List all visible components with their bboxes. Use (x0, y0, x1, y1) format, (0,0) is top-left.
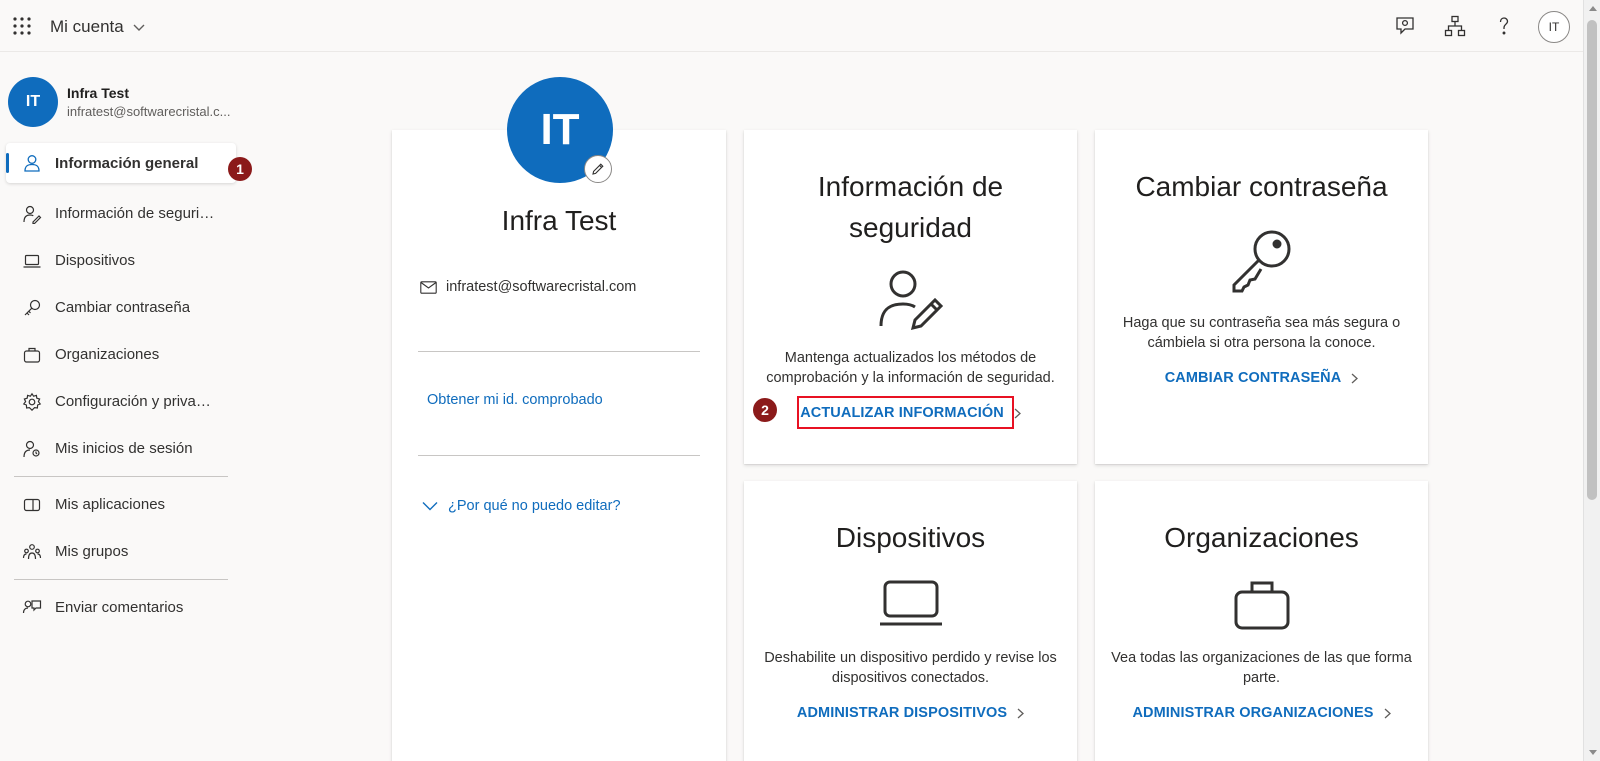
update-info-link[interactable]: ACTUALIZAR INFORMACIÓN (800, 405, 1021, 421)
card-divider (418, 455, 700, 456)
sidebar-item-my-apps[interactable]: Mis aplicaciones (6, 481, 236, 528)
scroll-thumb[interactable] (1587, 20, 1597, 500)
key-icon (1232, 230, 1290, 293)
app-title-menu[interactable]: Mi cuenta (50, 17, 146, 37)
sidebar-item-security-info[interactable]: Información de segurid... (6, 190, 236, 237)
security-info-tile: Información de seguridad Mantenga actual… (744, 130, 1077, 464)
scroll-up-arrow[interactable] (1589, 6, 1597, 11)
sidebar-user: IT Infra Test infratest@softwarecristal.… (8, 77, 232, 127)
gear-icon (22, 392, 42, 411)
profile-name: Infra Test (501, 205, 617, 236)
org-chart-icon[interactable] (1443, 14, 1467, 38)
groups-icon (22, 543, 42, 559)
sidebar-item-label: Mis grupos (55, 543, 129, 560)
person-edit-icon (879, 270, 943, 331)
chevron-down-icon (133, 24, 145, 31)
apps-icon (23, 498, 41, 511)
step-badge-1: 1 (228, 157, 252, 181)
user-email: infratest@softwarecristal.c... (67, 104, 231, 119)
sidebar-item-label: Mis inicios de sesión (55, 440, 193, 457)
top-bar: Mi cuenta IT (0, 0, 1583, 52)
manage-devices-link[interactable]: ADMINISTRAR DISPOSITIVOS (796, 705, 1025, 721)
card-divider (418, 351, 700, 352)
tile-description: Vea todas las organizaciones de las que … (1111, 650, 1412, 686)
profile-email: infratest@softwarecristal.com (446, 279, 637, 295)
account-avatar[interactable]: IT (1538, 11, 1570, 43)
why-cant-edit-label: ¿Por qué no puedo editar? (448, 498, 621, 514)
feedback-icon (22, 599, 42, 613)
profile-initials: IT (540, 105, 580, 154)
chevron-right-icon (1384, 708, 1391, 718)
chevron-right-icon (1014, 408, 1021, 418)
sidebar-item-my-groups[interactable]: Mis grupos (6, 528, 236, 575)
devices-tile: Dispositivos Deshabilite un dispositivo … (744, 481, 1077, 761)
tile-description: Haga que su contraseña sea más segura o … (1122, 315, 1401, 351)
mail-icon (420, 280, 437, 294)
get-verified-id-link[interactable]: Obtener mi id. comprobado (427, 392, 603, 408)
change-password-tile: Cambiar contraseña Haga que su contraseñ… (1095, 130, 1428, 464)
user-avatar: IT (8, 77, 58, 127)
change-password-label: CAMBIAR CONTRASEÑA (1164, 370, 1342, 386)
change-password-link[interactable]: CAMBIAR CONTRASEÑA (1165, 370, 1359, 386)
sidebar-item-settings-privacy[interactable]: Configuración y privaci... (6, 378, 236, 425)
tile-description: Mantenga actualizados los métodos de com… (766, 350, 1055, 386)
feedback-person-icon[interactable] (1393, 14, 1417, 38)
signin-icon (23, 440, 40, 457)
sidebar-divider (14, 476, 228, 477)
avatar-initials: IT (1548, 20, 1560, 34)
tile-title: Información de seguridad (817, 171, 1004, 243)
help-icon[interactable] (1492, 14, 1516, 38)
app-launcher-icon[interactable] (12, 16, 32, 36)
tile-title: Organizaciones (1164, 522, 1359, 553)
person-icon (24, 155, 40, 172)
briefcase-icon (1234, 581, 1289, 630)
tile-title: Cambiar contraseña (1135, 171, 1388, 202)
why-cant-edit-toggle[interactable]: ¿Por qué no puedo editar? (422, 498, 621, 514)
organizations-tile: Organizaciones Vea todas las organizacio… (1095, 481, 1428, 761)
edit-photo-button[interactable] (584, 155, 612, 183)
sidebar-item-label: Enviar comentarios (55, 599, 184, 616)
sidebar-nav: Información general Información de segur… (6, 143, 236, 631)
user-initials: IT (25, 93, 41, 110)
tile-description: Deshabilite un dispositivo perdido y rev… (764, 650, 1057, 686)
sidebar-item-label: Mis aplicaciones (55, 496, 166, 513)
sidebar-item-overview[interactable]: Información general (6, 143, 236, 183)
person-key-icon (23, 205, 42, 224)
sidebar-item-label: Dispositivos (55, 252, 136, 269)
manage-devices-label: ADMINISTRAR DISPOSITIVOS (796, 705, 1008, 721)
chevron-right-icon (1351, 373, 1359, 383)
chevron-right-icon (1017, 708, 1025, 718)
sidebar-item-my-signins[interactable]: Mis inicios de sesión (6, 425, 236, 472)
user-name: Infra Test (67, 85, 129, 101)
step-badge-2: 2 (753, 398, 777, 422)
pencil-icon (592, 163, 604, 175)
briefcase-icon (23, 347, 41, 363)
sidebar-item-label: Información de segurid... (55, 205, 215, 222)
tile-title: Dispositivos (835, 522, 986, 553)
sidebar-item-label: Configuración y privaci... (55, 393, 215, 410)
sidebar-item-send-feedback[interactable]: Enviar comentarios (6, 584, 236, 631)
app-title: Mi cuenta (50, 17, 124, 36)
update-info-label: ACTUALIZAR INFORMACIÓN (800, 405, 1004, 421)
scroll-down-arrow[interactable] (1589, 750, 1597, 755)
chevron-down-icon (422, 502, 438, 511)
manage-organizations-link[interactable]: ADMINISTRAR ORGANIZACIONES (1132, 705, 1391, 721)
sidebar-item-label: Cambiar contraseña (55, 299, 191, 316)
manage-organizations-label: ADMINISTRAR ORGANIZACIONES (1132, 705, 1374, 721)
sidebar-item-organizations[interactable]: Organizaciones (6, 331, 236, 378)
laptop-icon (23, 254, 41, 268)
badge-number: 1 (236, 161, 244, 177)
badge-number: 2 (761, 402, 769, 418)
sidebar-item-change-password[interactable]: Cambiar contraseña (6, 284, 236, 331)
profile-email-row: infratest@softwarecristal.com (420, 279, 636, 295)
key-icon (24, 299, 41, 315)
sidebar-item-devices[interactable]: Dispositivos (6, 237, 236, 284)
sidebar-item-label: Información general (55, 154, 199, 172)
sidebar-divider (14, 579, 228, 580)
page-scrollbar[interactable] (1583, 0, 1600, 761)
sidebar-item-label: Organizaciones (55, 346, 160, 363)
laptop-icon (879, 580, 942, 626)
